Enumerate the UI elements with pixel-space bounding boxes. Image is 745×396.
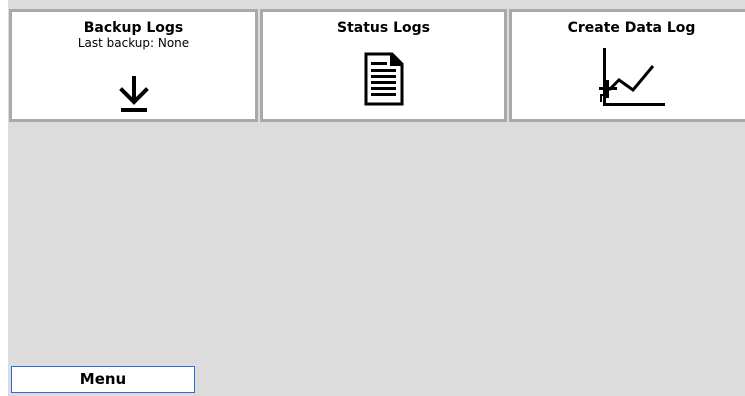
status-logs-tile[interactable]: Status Logs [260,9,507,122]
document-icon [364,52,403,106]
menu-button[interactable]: Menu [11,366,195,393]
backup-logs-title: Backup Logs [83,20,184,36]
backup-logs-tile[interactable]: Backup Logs Last backup: None [9,9,258,122]
screen: Backup Logs Last backup: None Status Log… [0,0,745,396]
create-data-log-tile[interactable]: Create Data Log [509,9,745,122]
add-chart-icon [598,48,665,106]
last-backup-status: Last backup: None [77,36,190,50]
create-data-log-title: Create Data Log [567,20,696,36]
status-logs-title: Status Logs [337,20,430,36]
left-border [0,0,8,396]
download-icon [118,76,149,112]
